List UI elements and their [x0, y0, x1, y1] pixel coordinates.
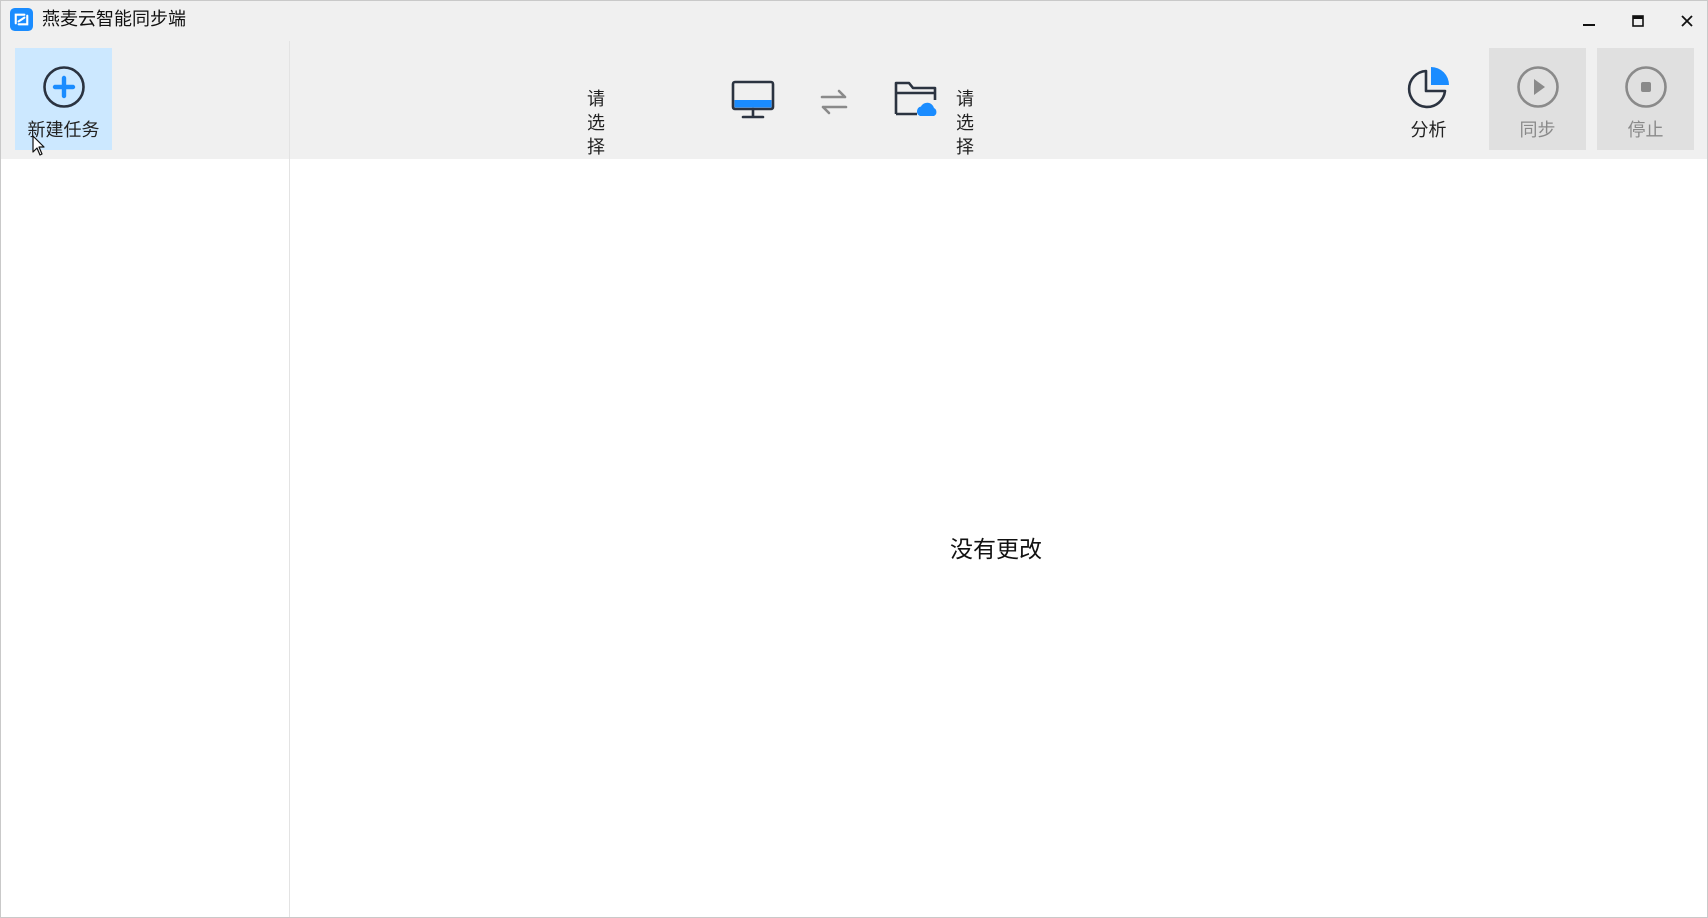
maximize-button[interactable] — [1613, 1, 1663, 41]
app-logo-icon — [10, 8, 33, 31]
minimize-button[interactable] — [1564, 1, 1614, 41]
analyze-button[interactable]: 分析 — [1380, 48, 1477, 150]
close-button[interactable] — [1662, 1, 1708, 41]
sync-label: 同步 — [1519, 120, 1556, 141]
stop-button[interactable]: 停止 — [1597, 48, 1694, 150]
cloud-folder-icon[interactable] — [893, 77, 939, 121]
close-icon — [1681, 15, 1693, 27]
add-circle-icon — [42, 66, 85, 108]
minimize-icon — [1583, 24, 1595, 26]
empty-state-message: 没有更改 — [950, 537, 1042, 563]
analyze-label: 分析 — [1410, 120, 1447, 141]
swap-arrows-icon — [820, 89, 848, 115]
computer-monitor-icon[interactable] — [731, 79, 775, 121]
window-title: 燕麦云智能同步端 — [42, 9, 186, 30]
maximize-icon — [1632, 15, 1644, 27]
stop-circle-icon — [1624, 66, 1667, 108]
sync-button[interactable]: 同步 — [1489, 48, 1586, 150]
changes-panel: 没有更改 — [290, 159, 1707, 917]
app-window: 燕麦云智能同步端 新建任务 请选择 请选择 分析 同步 停止 没有更改 — [0, 0, 1708, 918]
task-list-panel[interactable] — [3, 159, 289, 917]
toolbar: 新建任务 请选择本地目录 请选择云端目录 — [1, 41, 1707, 254]
mouse-cursor-icon — [32, 135, 45, 156]
play-circle-icon — [1516, 66, 1559, 108]
title-bar[interactable]: 燕麦云智能同步端 — [1, 1, 1707, 41]
stop-label: 停止 — [1627, 120, 1664, 141]
pie-chart-icon — [1407, 67, 1449, 109]
new-task-button[interactable]: 新建任务 — [15, 48, 112, 150]
